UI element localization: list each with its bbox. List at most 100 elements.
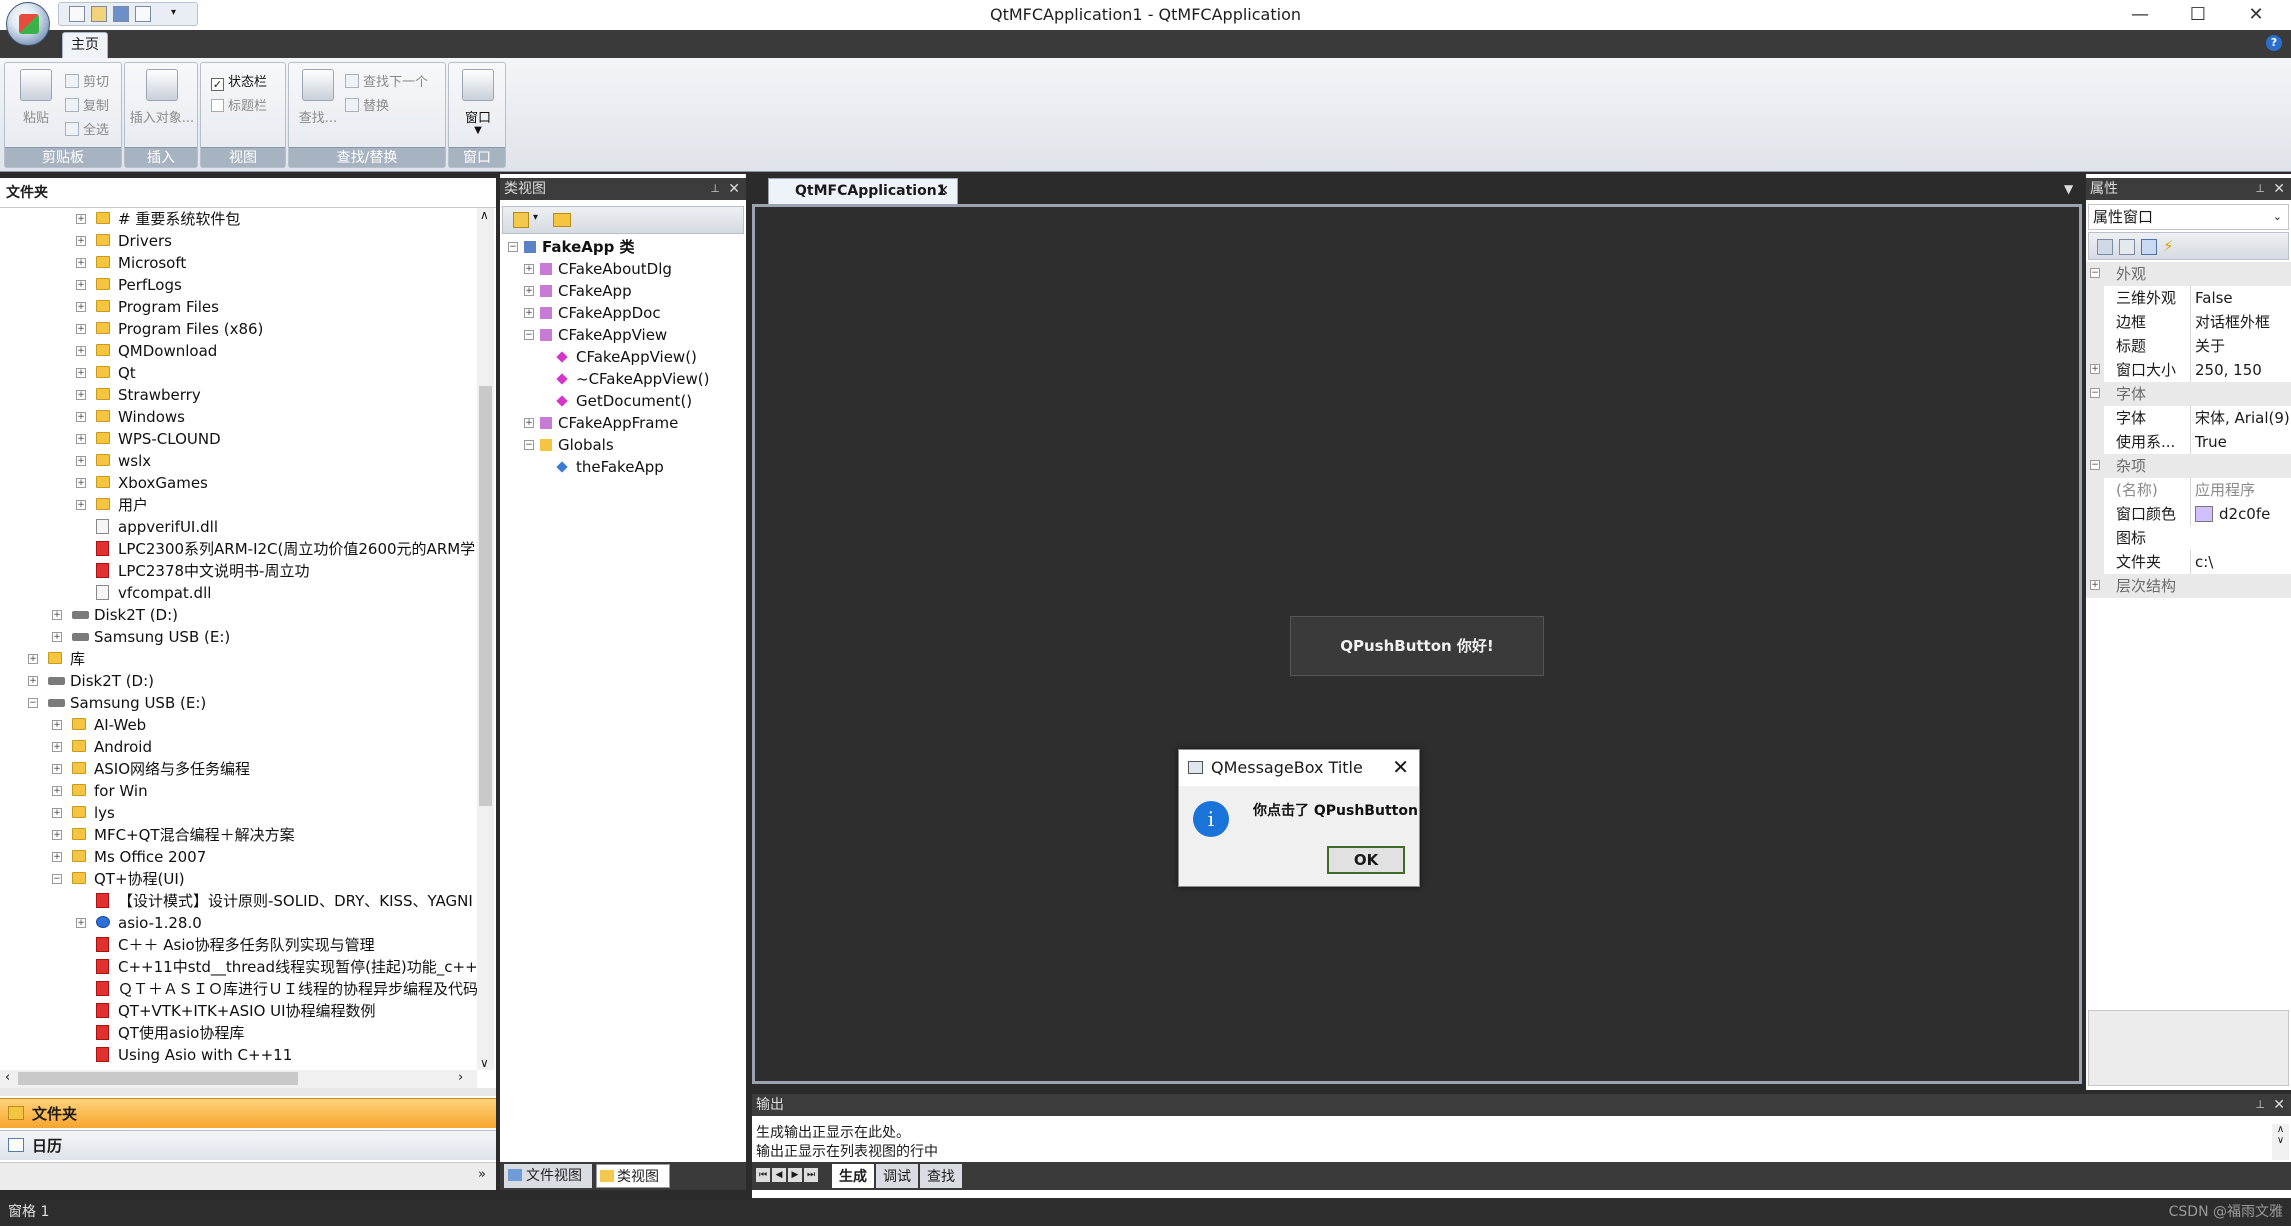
tree-item[interactable]: + for Win [0,780,477,802]
tree-item[interactable]: + QMDownload [0,340,477,362]
next-tab-icon[interactable]: ▶ [788,1168,802,1182]
nav-calendar-button[interactable]: 日历 [0,1130,496,1160]
first-tab-icon[interactable]: ⏮ [756,1168,770,1182]
expander-icon[interactable]: + [52,632,62,642]
print-icon[interactable] [135,6,151,22]
window-button[interactable]: 窗口 ▼ [453,69,503,136]
tree-item[interactable]: + Ms Office 2007 [0,846,477,868]
class-tree[interactable]: − FakeApp 类 + CFakeAboutDlg + CFakeApp + CFakeA… [502,236,744,536]
tree-item[interactable]: + Android [0,736,477,758]
class-tree-item[interactable]: − Globals [502,434,744,456]
close-pane-icon[interactable]: ✕ [2273,178,2285,200]
expander-icon[interactable]: + [524,264,534,274]
expander-icon[interactable]: + [76,500,86,510]
property-row[interactable]: 图标 [2086,526,2291,550]
tab-document[interactable]: QtMFCApplication1 ✕ [768,178,958,204]
tab-main[interactable]: 主页 [62,32,108,58]
property-value[interactable]: 关于 [2190,334,2290,358]
tab-file-view[interactable]: 文件视图 [504,1164,592,1188]
expander-icon[interactable]: + [76,324,86,334]
expander-icon[interactable]: + [76,412,86,422]
class-tree-item[interactable]: − FakeApp 类 [502,236,744,258]
property-row[interactable]: 标题 关于 [2086,334,2291,358]
copy-button[interactable]: 复制 [65,95,109,114]
tree-item[interactable]: + 用户 [0,494,477,516]
tree-item[interactable]: + # 重要系统软件包 [0,208,477,230]
tree-item[interactable]: + Qt [0,362,477,384]
output-vscroll[interactable]: ∧ ∨ [2272,1124,2289,1160]
tree-item[interactable]: + Drivers [0,230,477,252]
scroll-down-icon[interactable]: ∨ [480,1056,489,1070]
expander-icon[interactable]: + [2090,364,2100,374]
maximize-button[interactable]: ☐ [2170,2,2226,28]
close-tab-icon[interactable]: ✕ [937,179,949,203]
open-folder-icon[interactable] [91,6,107,22]
expander-icon[interactable]: + [76,214,86,224]
expander-icon[interactable]: + [76,434,86,444]
prev-tab-icon[interactable]: ◀ [772,1168,786,1182]
folder-tree-vscroll[interactable]: ∧ ∨ [477,208,494,1070]
expander-icon[interactable]: − [52,874,62,884]
folder-tree-hscroll[interactable]: ‹ › [0,1070,477,1088]
expander-icon[interactable]: + [52,852,62,862]
class-tree-item[interactable]: + CFakeAppFrame [502,412,744,434]
tree-item[interactable]: + Program Files [0,296,477,318]
expander-icon[interactable]: + [76,258,86,268]
tab-class-view[interactable]: 类视图 [596,1164,670,1188]
property-row[interactable]: 窗口颜色 d2c0fe [2086,502,2291,526]
tree-item[interactable]: + Microsoft [0,252,477,274]
expander-icon[interactable]: + [524,418,534,428]
class-wizard-icon[interactable] [513,212,529,228]
property-value[interactable]: False [2190,286,2290,310]
class-tree-item[interactable]: theFakeApp [502,456,744,478]
tree-item[interactable]: Using Asio with C++11 [0,1044,477,1066]
expander-icon[interactable]: + [28,676,38,686]
select-all-button[interactable]: 全选 [65,119,109,138]
expander-icon[interactable]: + [76,368,86,378]
expander-icon[interactable]: − [2090,268,2100,278]
tab-build[interactable]: 生成 [832,1164,874,1188]
status-bar-checkbox[interactable]: ✓ 状态栏 [211,71,267,91]
expander-icon[interactable]: + [52,610,62,620]
application-button[interactable] [6,2,50,46]
expander-icon[interactable]: + [28,654,38,664]
expander-icon[interactable]: + [52,720,62,730]
splitter[interactable] [0,1088,496,1096]
tree-item[interactable]: + Strawberry [0,384,477,406]
property-value[interactable]: True [2190,430,2290,454]
expander-icon[interactable]: − [524,440,534,450]
expander-icon[interactable]: + [76,478,86,488]
expander-icon[interactable]: − [524,330,534,340]
last-tab-icon[interactable]: ⏭ [804,1168,818,1182]
pin-icon[interactable]: ⊥ [710,178,720,200]
pin-icon[interactable]: ⊥ [2255,1094,2265,1116]
property-row[interactable]: 使用系... True [2086,430,2291,454]
tree-item[interactable]: + wslx [0,450,477,472]
property-value[interactable]: 应用程序 [2190,478,2290,502]
tree-item[interactable]: + XboxGames [0,472,477,494]
tree-item[interactable]: LPC2300系列ARM-I2C(周立功价值2600元的ARM学 [0,538,477,560]
properties-object-combo[interactable]: 属性窗口 ⌄ [2088,204,2289,230]
expander-icon[interactable]: + [524,308,534,318]
tree-item[interactable]: + lys [0,802,477,824]
help-icon[interactable]: ? [2266,35,2282,51]
pin-icon[interactable]: ⊥ [2255,178,2265,200]
property-value[interactable]: 250, 150 [2190,358,2290,382]
expander-icon[interactable]: + [76,236,86,246]
property-category[interactable]: + 层次结构 [2086,574,2291,598]
tree-item[interactable]: + Samsung USB (E:) [0,626,477,648]
scroll-right-icon[interactable]: › [458,1070,463,1085]
tree-item[interactable]: + asio-1.28.0 [0,912,477,934]
property-value[interactable]: c:\ [2190,550,2290,574]
class-tree-item[interactable]: − CFakeAppView [502,324,744,346]
expander-icon[interactable]: + [2090,580,2100,590]
alphabetical-icon[interactable] [2119,239,2135,255]
class-tree-item[interactable]: CFakeAppView() [502,346,744,368]
tree-item[interactable]: + Windows [0,406,477,428]
tree-item[interactable]: QT使用asio协程库 [0,1022,477,1044]
tree-item[interactable]: LPC2378中文说明书-周立功 [0,560,477,582]
tree-item[interactable]: + PerfLogs [0,274,477,296]
customize-qat-icon[interactable]: ▾ [171,7,187,23]
property-row[interactable]: 字体 宋体, Arial(9) [2086,406,2291,430]
expander-icon[interactable]: + [52,830,62,840]
